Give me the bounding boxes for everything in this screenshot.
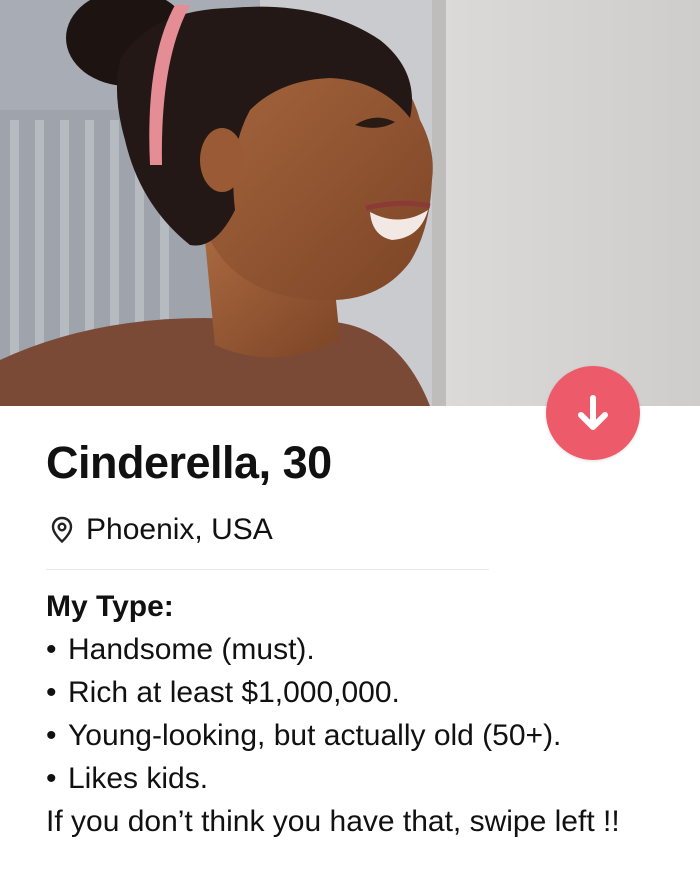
bio-item-text: Likes kids. [68, 762, 209, 795]
bio-list-item: • Likes kids. [46, 757, 686, 800]
bullet-icon: • [46, 762, 57, 795]
bio-item-text: Rich at least $1,000,000. [68, 676, 400, 709]
expand-profile-button[interactable] [546, 366, 640, 460]
profile-card: Cinderella, 30 Phoenix, USA My Type: • Ha… [0, 0, 700, 892]
arrow-down-icon [578, 395, 608, 430]
bullet-icon: • [46, 676, 57, 709]
map-pin-icon [51, 516, 73, 544]
profile-name-age: Cinderella, 30 [46, 437, 332, 488]
bio-list-item: • Rich at least $1,000,000. [46, 671, 686, 714]
bio-item-text: Handsome (must). [68, 633, 315, 666]
profile-location: Phoenix, USA [50, 510, 273, 550]
bullet-icon: • [46, 633, 57, 666]
bullet-icon: • [46, 719, 57, 752]
bio-item-text: Young-looking, but actually old (50+). [68, 719, 562, 752]
bio-list-item: • Handsome (must). [46, 628, 686, 671]
bio-closing-text: If you don’t think you have that, swipe … [46, 805, 620, 838]
bio-heading: My Type: [46, 590, 174, 623]
profile-photo[interactable] [0, 0, 700, 406]
profile-bio: My Type: • Handsome (must). • Rich at leas… [46, 585, 686, 843]
profile-photo-image [0, 0, 700, 406]
section-divider [46, 569, 489, 570]
location-text: Phoenix, USA [86, 513, 273, 546]
bio-list-item: • Young-looking, but actually old (50+). [46, 714, 686, 757]
